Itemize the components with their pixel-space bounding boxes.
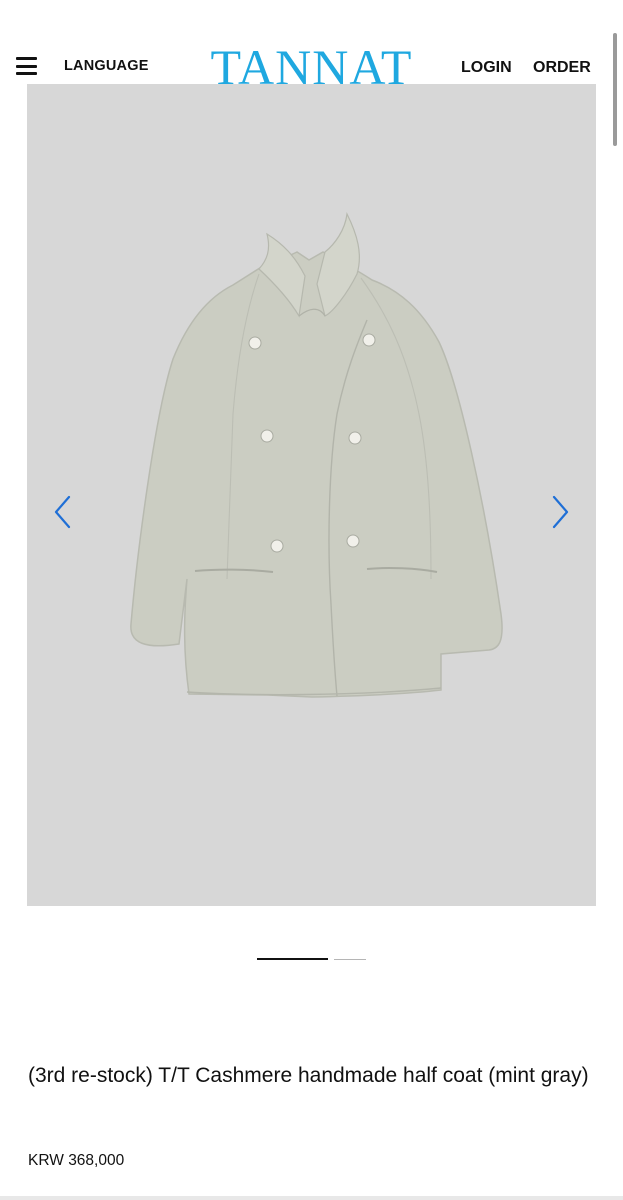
bottom-divider: [0, 1196, 623, 1200]
product-price: KRW 368,000: [28, 1152, 125, 1169]
login-link[interactable]: LOGIN: [461, 59, 512, 77]
slide-pager: [0, 958, 623, 962]
hamburger-menu-icon[interactable]: [16, 57, 37, 75]
order-link[interactable]: ORDER: [533, 59, 591, 77]
language-link[interactable]: LANGUAGE: [64, 58, 149, 74]
scrollbar-thumb[interactable]: [613, 33, 617, 146]
product-image-gallery[interactable]: [27, 84, 596, 906]
product-photo: [130, 211, 503, 698]
chevron-right-icon[interactable]: [548, 494, 572, 530]
slide-indicator[interactable]: [334, 959, 366, 960]
slide-indicator-active[interactable]: [257, 958, 328, 960]
product-title: (3rd re-stock) T/T Cashmere handmade hal…: [28, 1064, 589, 1087]
chevron-left-icon[interactable]: [51, 494, 75, 530]
